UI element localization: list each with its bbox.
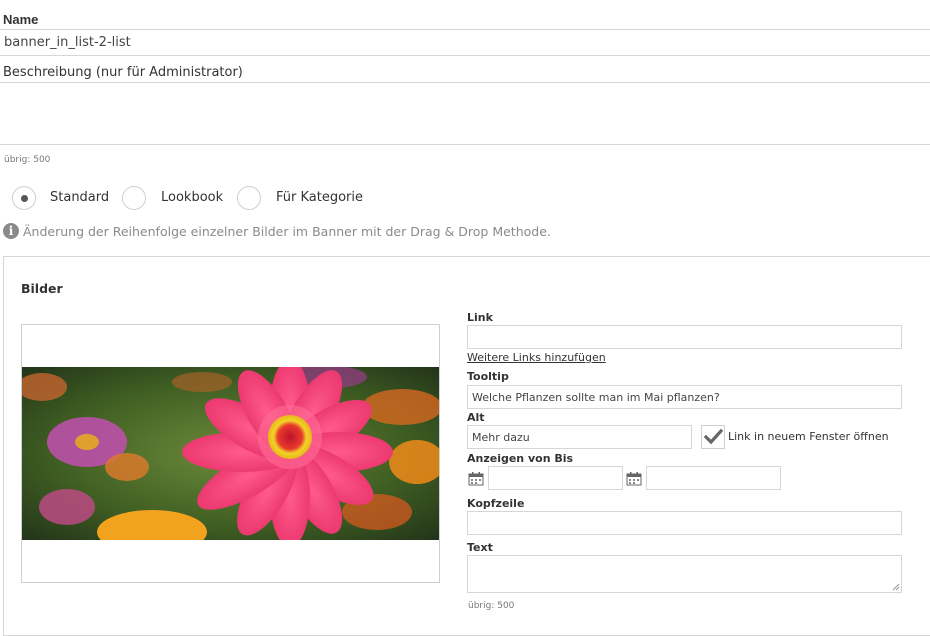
- headline-label: Kopfzeile: [467, 497, 525, 510]
- name-label: Name: [3, 12, 39, 27]
- text-label: Text: [467, 541, 493, 554]
- resize-handle-icon[interactable]: [892, 583, 900, 591]
- new-window-label[interactable]: Link in neuem Fenster öffnen: [728, 430, 889, 443]
- radio-lookbook[interactable]: [122, 186, 146, 210]
- radio-category-label[interactable]: Für Kategorie: [276, 190, 363, 205]
- new-window-checkbox[interactable]: [701, 425, 725, 449]
- radio-standard-label[interactable]: Standard: [50, 190, 109, 205]
- tooltip-label: Tooltip: [467, 370, 509, 383]
- alt-value: Mehr dazu: [472, 430, 530, 444]
- date-to-input[interactable]: [646, 466, 781, 490]
- banner-image-frame[interactable]: [21, 324, 440, 583]
- link-label: Link: [467, 311, 493, 324]
- text-textarea[interactable]: [467, 555, 902, 593]
- display-range-label: Anzeigen von Bis: [467, 452, 574, 465]
- calendar-icon[interactable]: [468, 472, 484, 486]
- headline-input[interactable]: [467, 511, 902, 535]
- date-from-input[interactable]: [488, 466, 623, 490]
- description-remaining: übrig: 500: [4, 155, 51, 165]
- tooltip-value: Welche Pflanzen sollte man im Mai pflanz…: [472, 390, 720, 404]
- info-note: Änderung der Reihenfolge einzelner Bilde…: [23, 224, 551, 239]
- radio-selected-dot: [20, 194, 28, 202]
- name-input-value: banner_in_list-2-list: [4, 35, 131, 50]
- alt-input[interactable]: Mehr dazu: [467, 425, 692, 449]
- name-input[interactable]: banner_in_list-2-list: [0, 29, 930, 56]
- radio-standard[interactable]: [12, 186, 36, 210]
- radio-lookbook-label[interactable]: Lookbook: [161, 190, 223, 205]
- checkmark-icon: [703, 428, 724, 445]
- tooltip-input[interactable]: Welche Pflanzen sollte man im Mai pflanz…: [467, 385, 902, 409]
- calendar-icon[interactable]: [626, 472, 642, 486]
- add-more-links-link[interactable]: Weitere Links hinzufügen: [467, 351, 606, 364]
- description-label: Beschreibung (nur für Administrator): [3, 65, 243, 80]
- description-textarea[interactable]: [0, 82, 930, 145]
- radio-category[interactable]: [237, 186, 261, 210]
- info-icon: i: [3, 223, 19, 239]
- link-input[interactable]: [467, 325, 902, 349]
- images-panel-title: Bilder: [21, 281, 63, 296]
- flower-image: [22, 367, 439, 540]
- text-remaining: übrig: 500: [468, 601, 515, 611]
- alt-label: Alt: [467, 411, 485, 424]
